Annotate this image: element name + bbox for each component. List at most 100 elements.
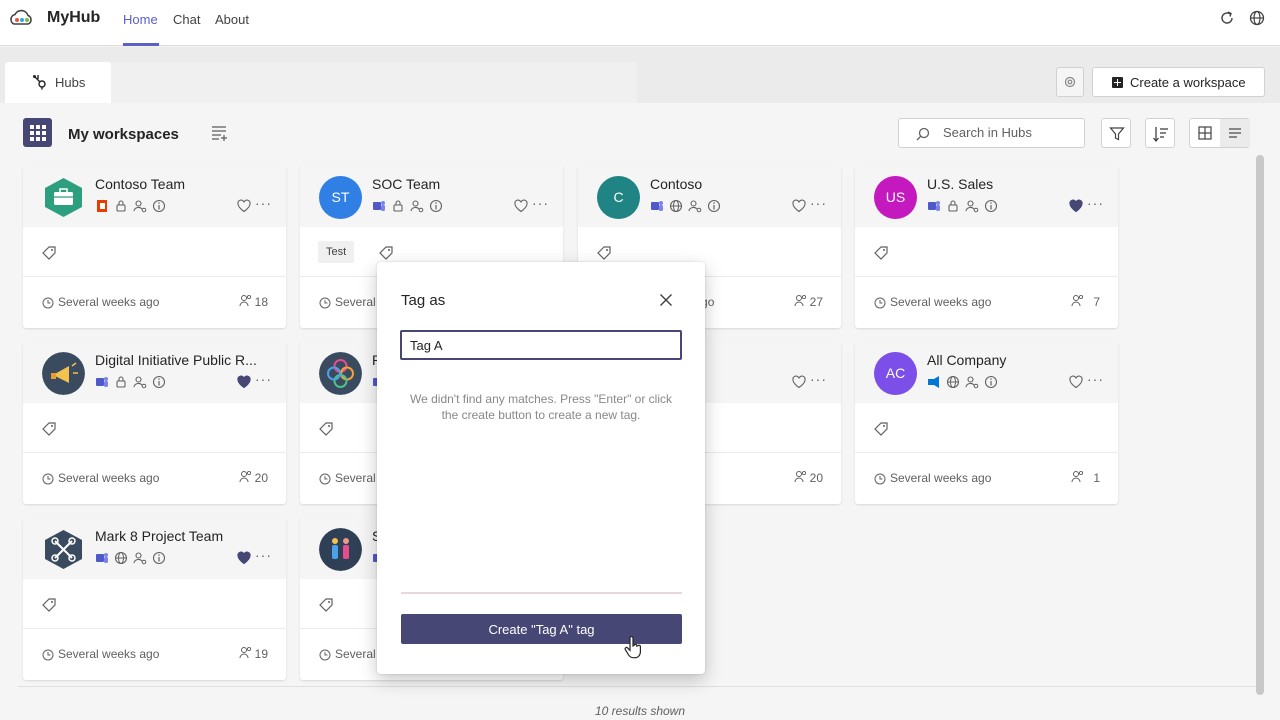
tag-as-dialog: Tag as We didn't find any matches. Press… <box>377 262 705 674</box>
more-options-icon[interactable]: ··· <box>255 547 272 563</box>
workspace-card[interactable]: US U.S. Sales ··· Several weeks ago 7 <box>855 165 1118 328</box>
tag-icon[interactable] <box>318 421 334 437</box>
active-tab-indicator <box>123 43 159 46</box>
workspace-name[interactable]: SOC Team <box>372 176 557 192</box>
member-count: 20 <box>809 471 823 485</box>
search-box[interactable] <box>898 118 1085 148</box>
card-tags <box>855 403 1118 453</box>
more-options-icon[interactable]: ··· <box>255 371 272 387</box>
info-icon <box>152 199 166 213</box>
app-header: MyHub Home Chat About <box>0 0 1280 46</box>
globe-icon[interactable] <box>1248 9 1266 27</box>
lock-icon <box>116 200 126 212</box>
tag-icon[interactable] <box>41 421 57 437</box>
nav-tab-home[interactable]: Home <box>123 12 158 27</box>
filter-button[interactable] <box>1101 118 1131 148</box>
last-updated: Several weeks ago <box>890 471 992 485</box>
close-icon[interactable] <box>659 293 673 307</box>
scrollbar[interactable] <box>1256 155 1264 695</box>
settings-button[interactable] <box>1056 67 1084 97</box>
workspace-name[interactable]: U.S. Sales <box>927 176 1112 192</box>
card-header: Mark 8 Project Team ··· <box>23 517 286 579</box>
more-options-icon[interactable]: ··· <box>255 195 272 211</box>
clock-icon <box>42 648 54 661</box>
tag-icon[interactable] <box>41 245 57 261</box>
workspace-card[interactable]: Mark 8 Project Team ··· Several weeks ag… <box>23 517 286 680</box>
tag-chip[interactable]: Test <box>318 241 355 263</box>
card-tags <box>23 227 286 277</box>
tag-icon[interactable] <box>873 421 889 437</box>
tag-icon[interactable] <box>318 597 334 613</box>
people-settings-icon <box>133 552 147 565</box>
member-count: 19 <box>254 647 268 661</box>
grid-view-button[interactable] <box>1190 119 1220 147</box>
members-icon <box>794 470 807 483</box>
tag-name-input[interactable] <box>400 330 682 360</box>
more-options-icon[interactable]: ··· <box>1087 371 1104 387</box>
refresh-icon[interactable] <box>1218 9 1236 27</box>
last-updated: Several weeks ago <box>890 295 992 309</box>
tag-icon[interactable] <box>41 597 57 613</box>
member-count: 7 <box>1093 295 1100 309</box>
card-header: Contoso Team ··· <box>23 165 286 227</box>
gear-icon <box>1064 76 1076 88</box>
last-updated: Several weeks ago <box>58 471 160 485</box>
more-options-icon[interactable]: ··· <box>532 195 549 211</box>
nav-tab-chat[interactable]: Chat <box>173 12 200 27</box>
people-settings-icon <box>133 376 147 389</box>
clock-icon <box>42 472 54 485</box>
tab-strip-empty <box>111 62 637 103</box>
heart-icon[interactable] <box>792 199 806 213</box>
dialog-divider <box>401 592 682 594</box>
more-options-icon[interactable]: ··· <box>810 371 827 387</box>
people-settings-icon <box>133 200 147 213</box>
last-updated: Several weeks ago <box>58 647 160 661</box>
card-header: AC All Company ··· <box>855 341 1118 403</box>
create-workspace-label: Create a workspace <box>1130 75 1246 90</box>
workspace-name[interactable]: All Company <box>927 352 1112 368</box>
people-settings-icon <box>688 200 702 213</box>
more-options-icon[interactable]: ··· <box>1087 195 1104 211</box>
people-settings-icon <box>965 376 979 389</box>
workspace-name[interactable]: Digital Initiative Public R... <box>95 352 280 368</box>
sort-button[interactable] <box>1145 118 1175 148</box>
heart-filled-icon[interactable] <box>237 375 251 389</box>
clock-icon <box>319 296 331 309</box>
list-add-icon[interactable] <box>211 125 229 141</box>
create-workspace-button[interactable]: Create a workspace <box>1092 67 1265 97</box>
workspace-card[interactable]: Contoso Team ··· Several weeks ago 18 <box>23 165 286 328</box>
list-view-button[interactable] <box>1220 119 1250 147</box>
lock-icon <box>116 376 126 388</box>
workspace-name[interactable]: Contoso Team <box>95 176 280 192</box>
more-options-icon[interactable]: ··· <box>810 195 827 211</box>
workspace-name[interactable]: Mark 8 Project Team <box>95 528 280 544</box>
teams-icon <box>96 553 108 563</box>
tab-hubs[interactable]: Hubs <box>5 62 111 103</box>
avatar-initials: C <box>613 189 624 205</box>
workspace-card[interactable]: AC All Company ··· Several weeks ago 1 <box>855 341 1118 504</box>
card-footer: Several weeks ago 1 <box>855 453 1118 504</box>
info-icon <box>152 375 166 389</box>
teams-icon <box>928 201 940 211</box>
search-input[interactable] <box>943 125 1073 140</box>
nav-tab-about[interactable]: About <box>215 12 249 27</box>
heart-icon[interactable] <box>514 199 528 213</box>
heart-filled-icon[interactable] <box>1069 199 1083 213</box>
heart-icon[interactable] <box>237 199 251 213</box>
workspace-name[interactable]: Contoso <box>650 176 835 192</box>
tag-icon[interactable] <box>378 245 394 261</box>
tag-icon[interactable] <box>873 245 889 261</box>
myhub-logo-icon <box>6 5 36 33</box>
member-count: 27 <box>809 295 823 309</box>
tag-icon[interactable] <box>596 245 612 261</box>
heart-icon[interactable] <box>792 375 806 389</box>
avatar-initials: ST <box>331 189 350 205</box>
hand-cursor-icon <box>624 636 641 659</box>
filter-icon <box>1109 127 1125 141</box>
yammer-icon <box>928 376 939 388</box>
heart-icon[interactable] <box>1069 375 1083 389</box>
card-header: Digital Initiative Public R... ··· <box>23 341 286 403</box>
workspace-card[interactable]: Digital Initiative Public R... ··· Sever… <box>23 341 286 504</box>
heart-filled-icon[interactable] <box>237 551 251 565</box>
apps-grid-icon <box>23 118 52 147</box>
